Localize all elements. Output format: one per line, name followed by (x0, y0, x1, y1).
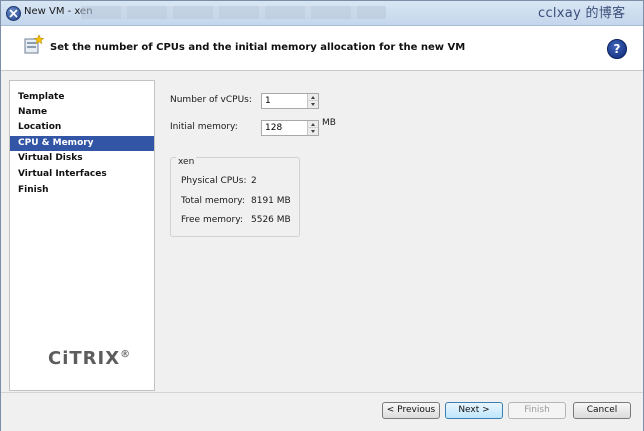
nav-item-virtual-disks[interactable]: Virtual Disks (10, 151, 154, 166)
nav-item-name[interactable]: Name (10, 105, 154, 120)
host-info-group: xen Physical CPUs: 2 Total memory: 8191 … (170, 157, 300, 237)
page-title: Set the number of CPUs and the initial m… (50, 42, 466, 53)
wizard-step-nav: Template Name Location CPU & Memory Virt… (9, 80, 155, 391)
memory-increment-button[interactable] (307, 121, 318, 128)
memory-input[interactable] (263, 122, 307, 134)
memory-unit: MB (322, 118, 336, 128)
free-memory-label: Free memory: (181, 215, 243, 225)
blurred-background-tabs (81, 6, 386, 19)
cpu-memory-panel: Number of vCPUs: Initial memory: MB xen … (155, 80, 638, 389)
nav-item-template[interactable]: Template (10, 90, 154, 105)
next-button[interactable]: Next > (445, 402, 503, 419)
nav-item-virtual-interfaces[interactable]: Virtual Interfaces (10, 167, 154, 182)
cancel-button[interactable]: Cancel (573, 402, 631, 419)
memory-spin-buttons (307, 121, 318, 135)
free-memory-value: 5526 MB (251, 215, 291, 225)
citrix-logo-text: CiTRIX (48, 348, 121, 369)
total-memory-label: Total memory: (181, 196, 245, 206)
physical-cpus-value: 2 (251, 176, 257, 186)
finish-button: Finish (508, 402, 566, 419)
wizard-header: Set the number of CPUs and the initial m… (1, 26, 643, 71)
memory-label: Initial memory: (170, 122, 238, 132)
physical-cpus-label: Physical CPUs: (181, 176, 247, 186)
total-memory-value: 8191 MB (251, 196, 291, 206)
help-icon[interactable]: ? (607, 39, 627, 59)
previous-button[interactable]: < Previous (382, 402, 440, 419)
title-bar[interactable]: New VM - xen cclxay 的博客 (1, 1, 643, 26)
vcpus-input[interactable] (263, 95, 307, 107)
nav-item-cpu-memory[interactable]: CPU & Memory (10, 136, 154, 151)
vcpus-label: Number of vCPUs: (170, 95, 252, 105)
memory-stepper[interactable] (261, 120, 319, 136)
vcpus-decrement-button[interactable] (307, 101, 318, 108)
xencenter-app-icon (6, 6, 21, 21)
citrix-logo: CiTRIX® (48, 348, 132, 369)
vcpus-spin-buttons (307, 94, 318, 108)
wizard-footer: < Previous Next > Finish Cancel (1, 392, 643, 431)
wizard-window: New VM - xen cclxay 的博客 Set the number o… (0, 0, 644, 431)
vcpus-stepper[interactable] (261, 93, 319, 109)
new-vm-wizard-icon (23, 34, 45, 59)
nav-item-finish[interactable]: Finish (10, 183, 154, 198)
watermark-text: cclxay 的博客 (538, 6, 626, 21)
vcpus-increment-button[interactable] (307, 94, 318, 101)
memory-decrement-button[interactable] (307, 128, 318, 135)
nav-item-location[interactable]: Location (10, 120, 154, 135)
host-name: xen (176, 157, 197, 167)
